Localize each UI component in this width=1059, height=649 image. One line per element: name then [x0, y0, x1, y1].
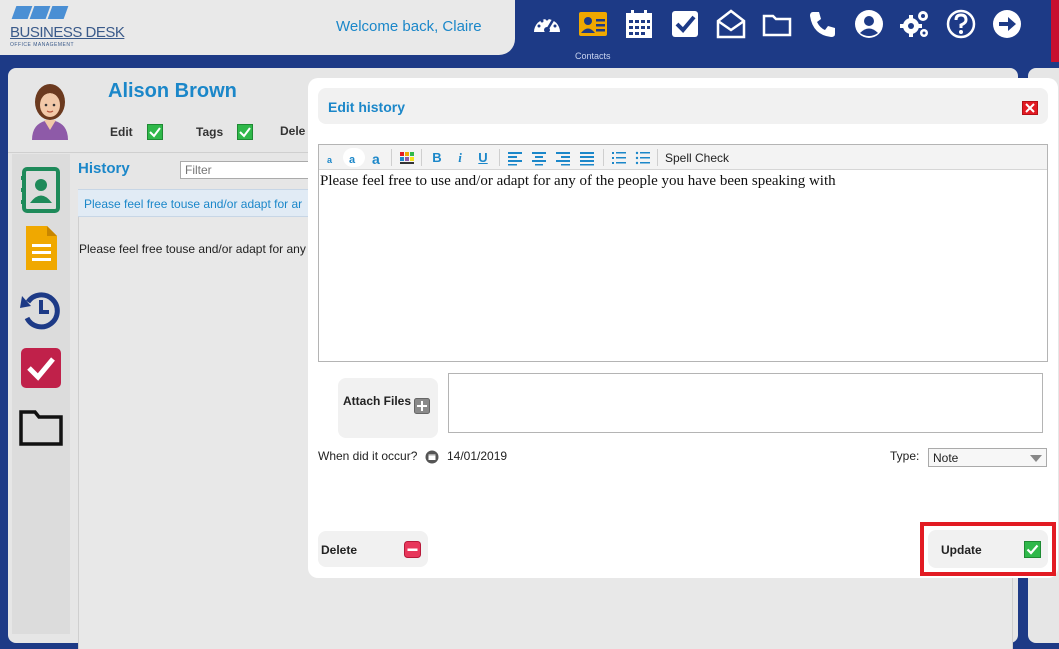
mail-icon[interactable] — [712, 5, 750, 43]
close-button[interactable] — [1022, 101, 1038, 115]
toolbar-separator — [499, 149, 500, 166]
font-size-medium-icon[interactable]: a — [343, 148, 365, 167]
delete-action-label: Dele — [280, 124, 306, 138]
history-icon[interactable] — [12, 282, 70, 338]
type-label: Type: — [890, 449, 920, 463]
welcome-panel: BUSINESS DESK OFFICE MANAGEMENT Welcome … — [0, 0, 515, 55]
rich-text-editor: a a a B i U Spell Check Please feel free… — [318, 144, 1048, 362]
contact-name: Alison Brown — [108, 80, 237, 102]
toolbar-separator — [603, 149, 604, 166]
numbered-list-icon[interactable] — [609, 148, 629, 167]
calendar-icon[interactable] — [425, 450, 439, 464]
minus-icon — [404, 541, 421, 558]
check-icon — [237, 124, 254, 140]
attach-files-button[interactable]: Attach Files — [338, 378, 438, 438]
phone-icon[interactable] — [804, 5, 842, 43]
bold-icon[interactable]: B — [427, 148, 447, 167]
main-nav — [528, 5, 1048, 45]
calendar-icon[interactable] — [620, 5, 658, 43]
contact-card-icon[interactable] — [12, 162, 70, 218]
edit-action[interactable]: Edit — [110, 124, 163, 140]
font-size-large-icon[interactable]: a — [369, 148, 387, 167]
close-icon — [1025, 103, 1035, 113]
modal-titlebar: Edit history — [318, 88, 1048, 124]
logo-bars-icon — [10, 6, 69, 20]
align-justify-icon[interactable] — [577, 148, 597, 167]
edit-history-modal: Edit history a a a B i U Spell Check Ple… — [308, 78, 1058, 578]
logo-subtitle: OFFICE MANAGEMENT — [10, 42, 75, 48]
attachments-dropzone[interactable] — [448, 373, 1043, 433]
toolbar-separator — [391, 149, 392, 166]
history-item-body: Please feel free touse and/or adapt for … — [79, 242, 306, 256]
align-center-icon[interactable] — [529, 148, 549, 167]
folder-icon[interactable] — [758, 5, 796, 43]
color-picker-icon[interactable] — [397, 148, 417, 167]
check-icon — [1024, 541, 1041, 558]
font-size-small-icon[interactable]: a — [323, 148, 339, 167]
document-icon[interactable] — [12, 220, 70, 276]
edit-label: Edit — [110, 125, 133, 139]
toolbar-separator — [421, 149, 422, 166]
nav-active-caption: Contacts — [575, 51, 611, 61]
contacts-icon[interactable] — [574, 5, 612, 43]
chevron-down-icon — [1030, 455, 1042, 462]
settings-gears-icon[interactable] — [896, 5, 934, 43]
tasks-icon[interactable] — [12, 340, 70, 396]
top-bar: BUSINESS DESK OFFICE MANAGEMENT Welcome … — [0, 0, 1059, 62]
modal-title: Edit history — [328, 99, 406, 115]
dashboard-icon[interactable] — [528, 5, 566, 43]
update-button[interactable]: Update — [928, 530, 1048, 568]
attach-files-label: Attach Files — [343, 394, 412, 408]
red-edge-strip — [1051, 0, 1059, 62]
update-label: Update — [941, 543, 982, 557]
editor-toolbar: a a a B i U Spell Check — [319, 145, 1047, 170]
logo-title: BUSINESS DESK — [10, 24, 125, 41]
history-heading: History — [78, 160, 130, 177]
business-desk-logo[interactable]: BUSINESS DESK OFFICE MANAGEMENT — [10, 6, 125, 48]
contact-sidebar — [12, 154, 70, 634]
spell-check-button[interactable]: Spell Check — [665, 151, 729, 165]
plus-icon — [414, 398, 430, 414]
underline-icon[interactable]: U — [473, 148, 493, 167]
bullet-list-icon[interactable] — [633, 148, 653, 167]
occurred-label: When did it occur? — [318, 449, 418, 463]
tasks-check-icon[interactable] — [666, 5, 704, 43]
user-icon[interactable] — [850, 5, 888, 43]
avatar — [26, 78, 74, 144]
italic-icon[interactable]: i — [451, 148, 469, 167]
svg-text:a: a — [372, 151, 380, 166]
tags-label: Tags — [196, 125, 224, 139]
logout-arrow-icon[interactable] — [988, 5, 1026, 43]
occurred-date[interactable]: 14/01/2019 — [447, 449, 507, 463]
delete-action[interactable]: Dele — [280, 124, 305, 138]
delete-label: Delete — [321, 543, 358, 557]
delete-button[interactable]: Delete — [318, 531, 428, 567]
help-icon[interactable] — [942, 5, 980, 43]
welcome-message: Welcome back, Claire — [336, 18, 482, 35]
type-selected-value: Note — [933, 451, 959, 465]
svg-text:a: a — [349, 154, 356, 166]
folder-icon[interactable] — [12, 398, 70, 454]
check-icon — [146, 124, 163, 140]
svg-text:a: a — [327, 155, 333, 165]
toolbar-separator — [657, 149, 658, 166]
align-right-icon[interactable] — [553, 148, 573, 167]
type-select[interactable]: Note — [928, 448, 1047, 467]
tags-action[interactable]: Tags — [196, 124, 254, 140]
align-left-icon[interactable] — [505, 148, 525, 167]
editor-content[interactable]: Please feel free to use and/or adapt for… — [319, 172, 1047, 361]
